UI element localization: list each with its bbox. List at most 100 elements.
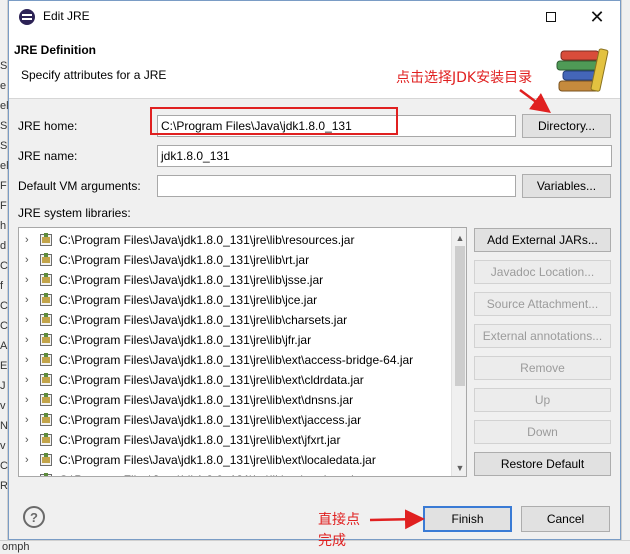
library-path: C:\Program Files\Java\jdk1.8.0_131\jre\l… bbox=[59, 333, 312, 347]
background-fragment: N bbox=[0, 420, 8, 432]
source-attachment-button[interactable]: Source Attachment... bbox=[474, 292, 611, 316]
background-fragment: A bbox=[0, 340, 8, 352]
chevron-right-icon[interactable]: › bbox=[25, 234, 39, 246]
close-icon: ✕ bbox=[589, 6, 605, 27]
scroll-up-icon[interactable]: ▲ bbox=[452, 230, 466, 246]
background-fragment: f bbox=[0, 280, 4, 292]
library-row[interactable]: › C:\Program Files\Java\jdk1.8.0_131\jre\… bbox=[19, 370, 449, 390]
jre-name-label: JRE name: bbox=[18, 149, 78, 163]
scroll-thumb[interactable] bbox=[455, 246, 465, 386]
title-bar[interactable]: Edit JRE ✕ bbox=[9, 1, 620, 33]
annotation-finish-hint-line1: 直接点 bbox=[318, 512, 360, 528]
jar-icon bbox=[39, 453, 53, 467]
background-fragment: el bbox=[0, 160, 8, 172]
jar-icon bbox=[39, 333, 53, 347]
library-path: C:\Program Files\Java\jdk1.8.0_131\jre\l… bbox=[59, 373, 364, 387]
library-row[interactable]: › C:\Program Files\Java\jdk1.8.0_131\jre\… bbox=[19, 410, 449, 430]
library-path: C:\Program Files\Java\jdk1.8.0_131\jre\l… bbox=[59, 313, 348, 327]
libraries-list[interactable]: › C:\Program Files\Java\jdk1.8.0_131\jre\… bbox=[18, 227, 467, 477]
background-fragment: R bbox=[0, 480, 8, 492]
background-fragment: v bbox=[0, 440, 6, 452]
vm-arguments-label: Default VM arguments: bbox=[18, 179, 141, 193]
library-path: C:\Program Files\Java\jdk1.8.0_131\jre\l… bbox=[59, 233, 355, 247]
chevron-right-icon[interactable]: › bbox=[25, 374, 39, 386]
background-fragment: C bbox=[0, 300, 8, 312]
add-external-jars-button[interactable]: Add External JARs... bbox=[474, 228, 611, 252]
library-path: C:\Program Files\Java\jdk1.8.0_131\jre\l… bbox=[59, 473, 364, 476]
background-fragment: J bbox=[0, 380, 6, 392]
jar-icon bbox=[39, 313, 53, 327]
chevron-right-icon[interactable]: › bbox=[25, 414, 39, 426]
chevron-right-icon[interactable]: › bbox=[25, 354, 39, 366]
jre-home-label: JRE home: bbox=[18, 119, 78, 133]
variables-button[interactable]: Variables... bbox=[522, 174, 611, 198]
background-fragment: h bbox=[0, 220, 7, 232]
library-row[interactable]: › C:\Program Files\Java\jdk1.8.0_131\jre\… bbox=[19, 290, 449, 310]
background-fragment: S bbox=[0, 120, 8, 132]
chevron-right-icon[interactable]: › bbox=[25, 434, 39, 446]
header-description: Specify attributes for a JRE bbox=[21, 68, 167, 82]
chevron-right-icon[interactable]: › bbox=[25, 314, 39, 326]
vm-arguments-input[interactable] bbox=[157, 175, 516, 197]
jar-icon bbox=[39, 433, 53, 447]
library-row[interactable]: › C:\Program Files\Java\jdk1.8.0_131\jre\… bbox=[19, 330, 449, 350]
background-fragment: E bbox=[0, 360, 8, 372]
library-path: C:\Program Files\Java\jdk1.8.0_131\jre\l… bbox=[59, 453, 376, 467]
maximize-icon bbox=[546, 12, 556, 22]
library-row[interactable]: › C:\Program Files\Java\jdk1.8.0_131\jre\… bbox=[19, 310, 449, 330]
libraries-scrollbar[interactable]: ▲ ▼ bbox=[451, 228, 466, 476]
jre-name-input[interactable]: jdk1.8.0_131 bbox=[157, 145, 612, 167]
library-row[interactable]: › C:\Program Files\Java\jdk1.8.0_131\jre\… bbox=[19, 390, 449, 410]
library-row[interactable]: › C:\Program Files\Java\jdk1.8.0_131\jre\… bbox=[19, 350, 449, 370]
header-title: JRE Definition bbox=[14, 43, 97, 57]
library-path: C:\Program Files\Java\jdk1.8.0_131\jre\l… bbox=[59, 353, 414, 367]
maximize-button[interactable] bbox=[528, 1, 574, 33]
background-window-bottom bbox=[0, 540, 630, 554]
window-title: Edit JRE bbox=[43, 9, 90, 23]
library-path: C:\Program Files\Java\jdk1.8.0_131\jre\l… bbox=[59, 273, 324, 287]
background-window-right bbox=[621, 0, 630, 554]
background-fragment: C bbox=[0, 320, 8, 332]
chevron-right-icon[interactable]: › bbox=[25, 474, 39, 476]
scroll-down-icon[interactable]: ▼ bbox=[452, 460, 466, 476]
library-row[interactable]: › C:\Program Files\Java\jdk1.8.0_131\jre\… bbox=[19, 470, 449, 476]
restore-default-button[interactable]: Restore Default bbox=[474, 452, 611, 476]
library-path: C:\Program Files\Java\jdk1.8.0_131\jre\l… bbox=[59, 393, 354, 407]
chevron-right-icon[interactable]: › bbox=[25, 454, 39, 466]
directory-button[interactable]: Directory... bbox=[522, 114, 611, 138]
background-fragment: v bbox=[0, 400, 6, 412]
close-button[interactable]: ✕ bbox=[574, 1, 620, 33]
background-fragment: F bbox=[0, 200, 7, 212]
remove-button[interactable]: Remove bbox=[474, 356, 611, 380]
library-row[interactable]: › C:\Program Files\Java\jdk1.8.0_131\jre\… bbox=[19, 450, 449, 470]
library-row[interactable]: › C:\Program Files\Java\jdk1.8.0_131\jre\… bbox=[19, 270, 449, 290]
jar-icon bbox=[39, 393, 53, 407]
library-row[interactable]: › C:\Program Files\Java\jdk1.8.0_131\jre\… bbox=[19, 230, 449, 250]
background-fragment: S bbox=[0, 140, 8, 152]
up-button[interactable]: Up bbox=[474, 388, 611, 412]
chevron-right-icon[interactable]: › bbox=[25, 254, 39, 266]
cancel-button[interactable]: Cancel bbox=[521, 506, 610, 532]
chevron-right-icon[interactable]: › bbox=[25, 334, 39, 346]
external-annotations-button[interactable]: External annotations... bbox=[474, 324, 611, 348]
chevron-right-icon[interactable]: › bbox=[25, 274, 39, 286]
background-fragment: F bbox=[0, 180, 7, 192]
down-button[interactable]: Down bbox=[474, 420, 611, 444]
chevron-right-icon[interactable]: › bbox=[25, 394, 39, 406]
background-fragment: S bbox=[0, 60, 8, 72]
javadoc-location-button[interactable]: Javadoc Location... bbox=[474, 260, 611, 284]
library-path: C:\Program Files\Java\jdk1.8.0_131\jre\l… bbox=[59, 433, 341, 447]
background-fragment: el bbox=[0, 100, 8, 112]
background-fragment: d bbox=[0, 240, 7, 252]
finish-button[interactable]: Finish bbox=[423, 506, 512, 532]
background-fragment: C bbox=[0, 460, 8, 472]
library-row[interactable]: › C:\Program Files\Java\jdk1.8.0_131\jre\… bbox=[19, 430, 449, 450]
help-icon[interactable]: ? bbox=[23, 506, 45, 528]
annotation-highlight-box bbox=[150, 107, 398, 135]
library-path: C:\Program Files\Java\jdk1.8.0_131\jre\l… bbox=[59, 413, 362, 427]
jar-icon bbox=[39, 413, 53, 427]
background-fragment: C bbox=[0, 260, 8, 272]
library-row[interactable]: › C:\Program Files\Java\jdk1.8.0_131\jre\… bbox=[19, 250, 449, 270]
annotation-finish-hint-line2: 完成 bbox=[318, 533, 346, 549]
chevron-right-icon[interactable]: › bbox=[25, 294, 39, 306]
